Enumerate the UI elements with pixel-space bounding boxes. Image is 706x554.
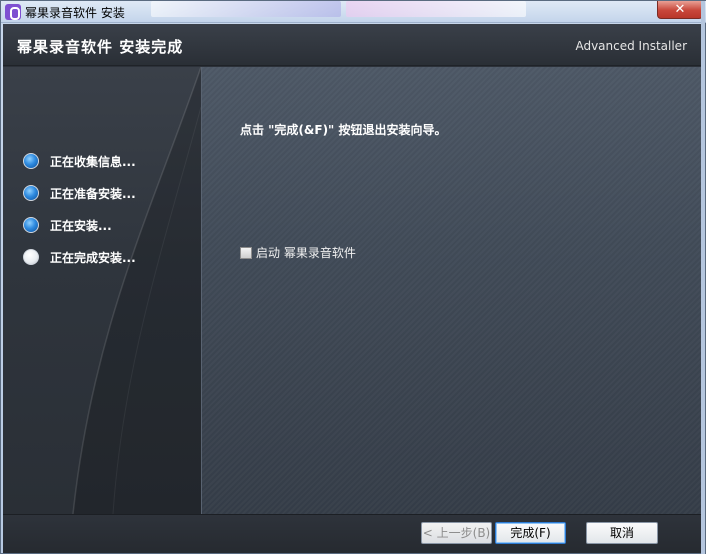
launch-app-checkbox[interactable]	[240, 246, 252, 259]
finish-button[interactable]: 完成(F)	[495, 522, 566, 544]
step-label: 正在完成安装...	[50, 250, 136, 265]
installer-header: 幂果录音软件 安装完成 Advanced Installer	[3, 24, 703, 66]
step-label: 正在安装...	[50, 218, 112, 233]
progress-sidebar: 正在收集信息... 正在准备安装... 正在安装... 正在完成安装...	[3, 67, 201, 514]
step-complete-icon	[23, 217, 39, 233]
installer-window: 幂果录音软件 安装 ✕ 幂果录音软件 安装完成 Advanced Install…	[0, 0, 706, 554]
button-bar: < 上一步(B) 完成(F) 取消	[3, 514, 703, 553]
brand-label: Advanced Installer	[575, 39, 687, 53]
step-label: 正在收集信息...	[50, 154, 136, 169]
step-item-collect-info: 正在收集信息...	[23, 145, 136, 177]
launch-app-option[interactable]: 启动 幂果录音软件	[240, 244, 356, 261]
close-button[interactable]: ✕	[657, 1, 703, 19]
finish-message: 点击 "完成(&F)" 按钮退出安装向导。	[240, 123, 447, 137]
page-title: 幂果录音软件 安装完成	[17, 38, 184, 56]
step-complete-icon	[23, 153, 39, 169]
window-title: 幂果录音软件 安装	[25, 6, 125, 20]
step-item-prepare: 正在准备安装...	[23, 177, 136, 209]
microphone-app-icon	[5, 4, 21, 20]
content-panel: 点击 "完成(&F)" 按钮退出安装向导。 启动 幂果录音软件	[201, 67, 703, 514]
cancel-button[interactable]: 取消	[586, 522, 658, 544]
step-current-icon	[23, 249, 39, 265]
back-button[interactable]: < 上一步(B)	[421, 522, 492, 544]
step-item-install: 正在安装...	[23, 209, 136, 241]
sidebar-decoration	[72, 67, 201, 514]
step-complete-icon	[23, 185, 39, 201]
installer-body: 幂果录音软件 安装完成 Advanced Installer 正在收集信息...…	[3, 24, 703, 553]
step-item-finish: 正在完成安装...	[23, 241, 136, 273]
title-bar[interactable]: 幂果录音软件 安装 ✕	[1, 1, 706, 23]
step-label: 正在准备安装...	[50, 186, 136, 201]
launch-app-label[interactable]: 启动 幂果录音软件	[256, 244, 356, 261]
window-edge	[701, 1, 705, 554]
background-window-glimpse	[346, 1, 526, 17]
step-list: 正在收集信息... 正在准备安装... 正在安装... 正在完成安装...	[23, 145, 136, 273]
background-window-glimpse	[151, 1, 341, 17]
